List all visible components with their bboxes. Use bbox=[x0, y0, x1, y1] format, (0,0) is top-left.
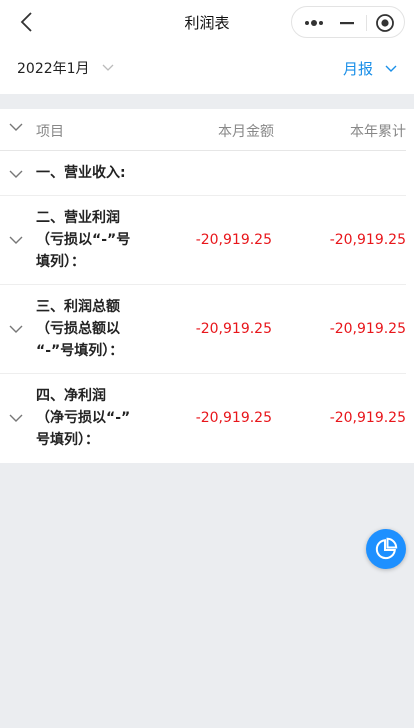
expand-chevron-icon[interactable] bbox=[9, 170, 23, 179]
chart-view-button[interactable] bbox=[366, 529, 406, 569]
table-header: 项目 本月金额 本年累计 bbox=[0, 109, 406, 151]
expand-chevron-icon[interactable] bbox=[9, 325, 23, 334]
pie-chart-icon bbox=[375, 537, 398, 560]
year-total: -20,919.25 bbox=[329, 410, 406, 426]
table-row[interactable]: 三、利润总额 （亏损总额以 “-”号填列）： -20,919.25 -20,91… bbox=[0, 285, 406, 374]
table-row[interactable]: 二、营业利润 （亏损以“-”号 填列）： -20,919.25 -20,919.… bbox=[0, 196, 406, 285]
collapse-all-chevron-icon[interactable] bbox=[9, 123, 23, 132]
table-row[interactable]: 一、营业收入: bbox=[0, 151, 406, 196]
capsule-divider bbox=[366, 15, 367, 31]
date-value: 2022年1月 bbox=[17, 61, 90, 77]
year-total: -20,919.25 bbox=[329, 232, 406, 248]
expand-chevron-icon[interactable] bbox=[9, 414, 23, 423]
period-selector[interactable]: 月报 bbox=[343, 58, 397, 79]
header-month-amount: 本月金额 bbox=[218, 124, 274, 140]
table-row[interactable]: 四、净利润 （净亏损以“-” 号填列）： -20,919.25 -20,919.… bbox=[0, 374, 406, 462]
income-statement-table: 项目 本月金额 本年累计 一、营业收入: 二、营业利润 （亏损以“-”号 填列）… bbox=[0, 109, 414, 463]
month-amount: -20,919.25 bbox=[195, 410, 272, 426]
header-item: 项目 bbox=[36, 124, 64, 140]
header-year-total: 本年累计 bbox=[350, 124, 406, 140]
chevron-down-icon bbox=[102, 64, 114, 71]
close-mini-program-icon[interactable] bbox=[375, 13, 395, 33]
navigation-bar: 利润表 bbox=[0, 0, 414, 44]
month-amount: -20,919.25 bbox=[195, 321, 272, 337]
month-amount: -20,919.25 bbox=[195, 232, 272, 248]
more-icon[interactable] bbox=[303, 14, 325, 32]
filter-bar: 2022年1月 月报 bbox=[0, 44, 414, 94]
year-total: -20,919.25 bbox=[329, 321, 406, 337]
expand-chevron-icon[interactable] bbox=[9, 236, 23, 245]
date-selector[interactable]: 2022年1月 bbox=[17, 58, 114, 78]
chevron-down-icon bbox=[385, 65, 397, 72]
period-value: 月报 bbox=[342, 60, 373, 78]
mini-program-capsule bbox=[291, 6, 405, 38]
row-label: 二、营业利润 （亏损以“-”号 填列）： bbox=[36, 210, 131, 270]
row-label: 三、利润总额 （亏损总额以 “-”号填列）： bbox=[36, 299, 124, 359]
minimize-icon[interactable] bbox=[338, 14, 356, 32]
row-label: 一、营业收入: bbox=[36, 165, 126, 181]
row-label: 四、净利润 （净亏损以“-” 号填列）： bbox=[36, 388, 131, 448]
